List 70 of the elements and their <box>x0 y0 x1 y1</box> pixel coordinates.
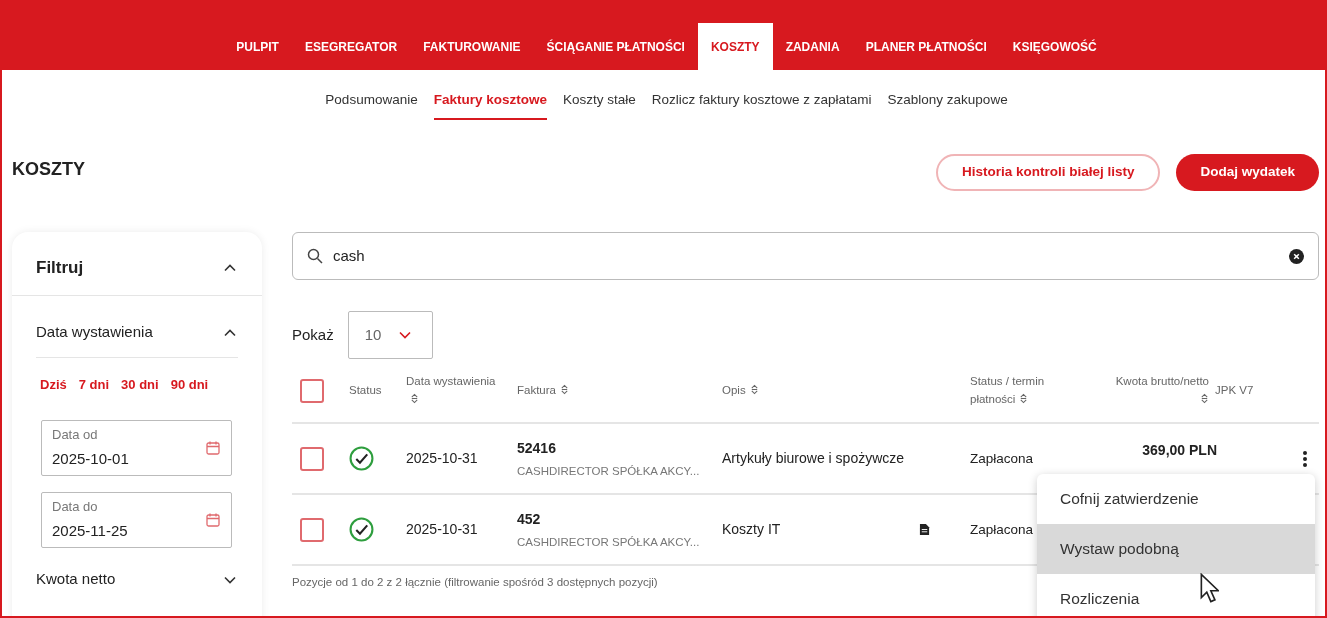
history-button[interactable]: Historia kontroli białej listy <box>935 154 1161 191</box>
sub-tab[interactable]: Rozlicz faktury kosztowe z zapłatami <box>651 90 872 121</box>
page-title: KOSZTY <box>12 158 85 181</box>
column-header[interactable]: Status / termin płatności <box>970 373 1070 408</box>
column-header[interactable]: Faktura <box>517 381 569 400</box>
sub-tab[interactable]: Szablony zakupowe <box>887 90 1008 121</box>
section-title: Data wystawienia <box>36 322 153 343</box>
document-icon[interactable] <box>919 523 930 536</box>
quick-range-link[interactable]: 90 dni <box>170 375 209 395</box>
search-value: cash <box>333 245 366 266</box>
column-header: Status <box>349 382 382 398</box>
sort-icon[interactable] <box>410 392 419 404</box>
nav-tab[interactable]: PLANER PŁATNOŚCI <box>852 23 1000 70</box>
add-expense-button[interactable]: Dodaj wydatek <box>1176 154 1319 191</box>
page-size-select[interactable]: 10 <box>347 311 433 359</box>
table-cell-text: Artykuły biurowe i spożywcze <box>722 449 905 468</box>
checkbox[interactable] <box>300 517 324 542</box>
nav-tab[interactable]: KOSZTY <box>697 23 773 70</box>
sort-icon[interactable] <box>1200 392 1209 404</box>
page-size-label: Pokaż <box>292 324 334 345</box>
menu-item[interactable]: Rozliczenia <box>1037 574 1315 616</box>
mouse-pointer-icon <box>1200 573 1219 603</box>
search-field[interactable]: cash <box>292 232 1319 280</box>
quick-range-link[interactable]: 7 dni <box>78 375 110 395</box>
quick-range-link[interactable]: 30 dni <box>121 375 159 395</box>
menu-item[interactable]: Cofnij zatwierdzenie <box>1037 474 1315 524</box>
search-icon <box>307 248 323 264</box>
calendar-icon[interactable] <box>205 511 221 528</box>
pagination-info: Pozycje od 1 do 2 z 2 łącznie (filtrowanie spośród 3 dostępnych pozycji) <box>292 575 658 590</box>
table-cell: Zapłacona <box>970 521 1034 537</box>
table-cell: 2025-10-31 <box>406 521 478 537</box>
field-label: Data do <box>52 497 99 516</box>
date-field[interactable]: Data od 2025-10-01 <box>41 419 232 476</box>
column-header[interactable]: Data wystawienia <box>406 373 506 408</box>
field-label: Data od <box>52 425 99 444</box>
filter-title: Filtruj <box>36 256 84 279</box>
column-header[interactable]: Opis <box>722 381 759 400</box>
nav-tab[interactable]: KSIĘGOWOŚĆ <box>999 23 1110 70</box>
sub-tab[interactable]: Koszty stałe <box>562 90 636 121</box>
checkbox[interactable] <box>300 446 324 471</box>
checkbox[interactable] <box>300 378 324 403</box>
nav-tab[interactable]: ŚCIĄGANIE PŁATNOŚCI <box>533 23 698 70</box>
company-name: CASHDIRECTOR SPÓŁKA AKCY... <box>517 535 701 551</box>
nav-tab[interactable]: PULPIT <box>223 23 292 70</box>
gross-amount: 369,00 PLN <box>1142 441 1217 460</box>
calendar-icon[interactable] <box>205 439 221 456</box>
nav-tab[interactable]: ZADANIA <box>772 23 853 70</box>
clear-icon[interactable] <box>1289 248 1304 264</box>
date-field[interactable]: Data do 2025-11-25 <box>41 491 232 548</box>
quick-range-link[interactable]: Dziś <box>40 375 67 395</box>
table-cell: Zapłacona <box>970 450 1034 466</box>
nav-tab[interactable]: FAKTUROWANIE <box>410 23 534 70</box>
column-header[interactable]: Kwota brutto/netto <box>1109 373 1209 408</box>
table-cell-text: Koszty IT <box>722 520 781 539</box>
section-title: Kwota netto <box>36 569 116 590</box>
table-cell: 2025-10-31 <box>406 450 478 466</box>
sort-icon[interactable] <box>560 383 569 395</box>
field-value: 2025-11-25 <box>52 521 128 541</box>
sort-icon[interactable] <box>1019 392 1029 404</box>
sort-icon[interactable] <box>749 383 759 395</box>
field-value: 2025-10-01 <box>52 449 129 469</box>
more-icon[interactable] <box>1303 450 1307 467</box>
nav-tab[interactable]: ESEGREGATOR <box>291 23 411 70</box>
sub-tab[interactable]: Podsumowanie <box>325 90 418 121</box>
column-header: JPK V7 <box>1215 382 1254 398</box>
invoice-number: 452 <box>517 510 542 530</box>
company-name: CASHDIRECTOR SPÓŁKA AKCY... <box>517 464 701 480</box>
menu-item[interactable]: Wystaw podobną <box>1037 524 1315 574</box>
sub-tab[interactable]: Faktury kosztowe <box>433 90 547 121</box>
invoice-number: 52416 <box>517 439 557 459</box>
